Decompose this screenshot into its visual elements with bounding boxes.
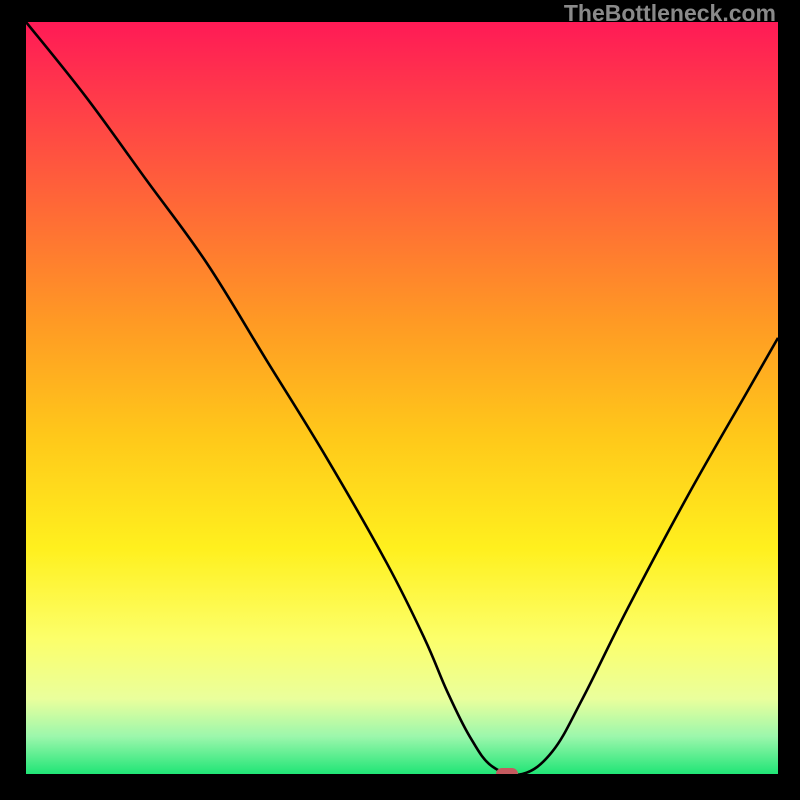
watermark-text: TheBottleneck.com — [564, 0, 776, 27]
optimal-marker — [496, 768, 518, 774]
chart-frame: TheBottleneck.com — [0, 0, 800, 800]
plot-area — [26, 22, 778, 774]
bottleneck-curve — [26, 22, 778, 774]
